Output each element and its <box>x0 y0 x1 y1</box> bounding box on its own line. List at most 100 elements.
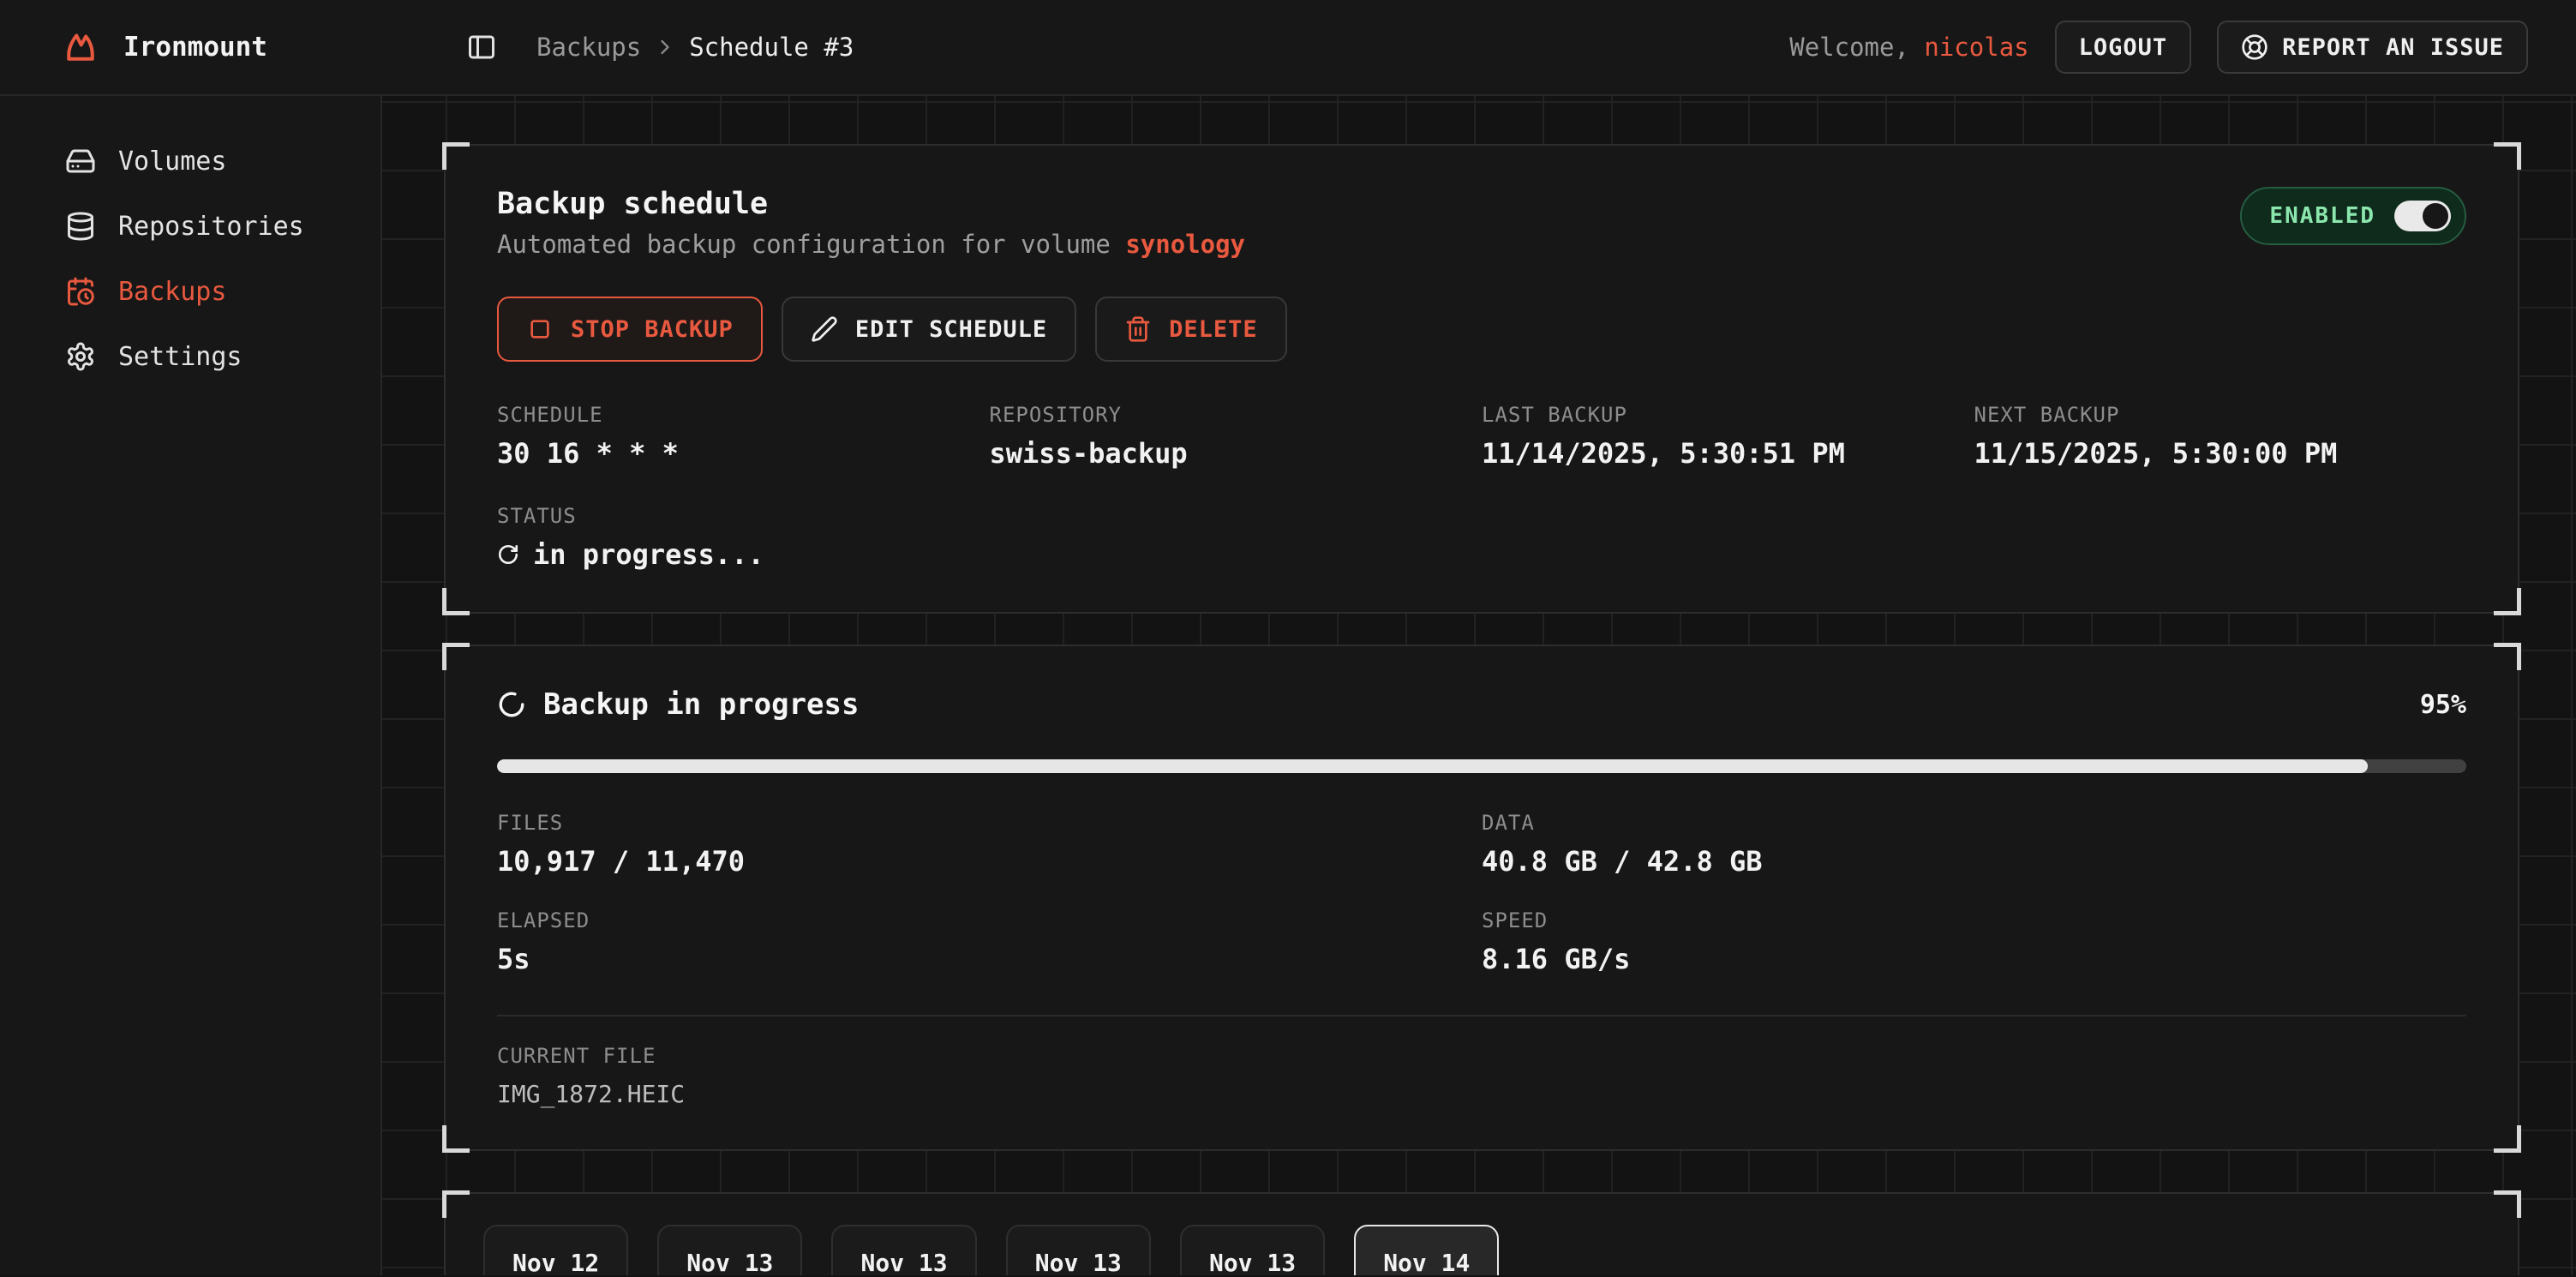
toggle-knob <box>2423 203 2448 229</box>
snapshot-chip-selected[interactable]: Nov 14 05:30 PM 92.2 GB <box>1354 1225 1499 1275</box>
corner-bracket <box>442 142 470 170</box>
stop-icon <box>526 315 554 343</box>
field-next-backup: NEXT BACKUP 11/15/2025, 5:30:00 PM <box>1974 403 2467 470</box>
snapshot-date: Nov 13 <box>676 1249 783 1275</box>
current-file-label: CURRENT FILE <box>497 1044 2466 1068</box>
corner-bracket <box>2494 1125 2521 1153</box>
enabled-label: ENABLED <box>2269 203 2375 229</box>
stat-label: ELAPSED <box>497 908 1482 932</box>
welcome-text: Welcome, nicolas <box>1789 33 2028 62</box>
sidebar-item-settings[interactable]: Settings <box>43 329 360 384</box>
corner-bracket <box>2494 1190 2521 1218</box>
card-title: Backup schedule <box>497 187 1245 221</box>
sidebar-item-volumes[interactable]: Volumes <box>43 134 360 189</box>
stat-value: 5s <box>497 943 1482 975</box>
report-issue-button[interactable]: REPORT AN ISSUE <box>2217 21 2528 74</box>
corner-bracket <box>2494 588 2521 615</box>
sidebar-item-backups[interactable]: Backups <box>43 264 360 319</box>
pencil-icon <box>811 315 838 343</box>
enabled-toggle[interactable]: ENABLED <box>2240 187 2466 245</box>
hard-drive-icon <box>65 146 96 177</box>
snapshot-date: Nov 13 <box>1025 1249 1132 1275</box>
status-text: in progress... <box>533 538 764 571</box>
snapshot-chip[interactable]: Nov 13 06:05 PM 92.2 GB <box>1006 1225 1151 1275</box>
trash-icon <box>1124 315 1152 343</box>
stat-value: 40.8 GB / 42.8 GB <box>1482 845 2466 878</box>
stat-value: 10,917 / 11,470 <box>497 845 1482 878</box>
snapshot-chip[interactable]: Nov 13 05:30 PM 92.2 GB <box>657 1225 802 1275</box>
delete-button[interactable]: DELETE <box>1095 297 1287 362</box>
progress-percent: 95% <box>2420 690 2466 720</box>
brand: Ironmount <box>0 28 382 66</box>
stat-elapsed: ELAPSED 5s <box>497 908 1482 975</box>
corner-bracket <box>442 588 470 615</box>
corner-bracket <box>2494 142 2521 170</box>
progress-title: Backup in progress <box>543 687 859 722</box>
breadcrumb-current: Schedule #3 <box>689 33 854 62</box>
snapshot-timeline-card: Nov 12 05:30 PM 92.2 GB Nov 13 05:30 PM … <box>444 1192 2519 1275</box>
sidebar-item-label: Volumes <box>118 147 226 177</box>
snapshot-chip[interactable]: Nov 13 08:52 PM 92.2 GB <box>1180 1225 1325 1275</box>
stop-backup-button[interactable]: STOP BACKUP <box>497 297 763 362</box>
stat-label: DATA <box>1482 811 2466 835</box>
sidebar: Volumes Repositories Backups <box>0 96 382 1275</box>
edit-schedule-button[interactable]: EDIT SCHEDULE <box>782 297 1076 362</box>
field-label: REPOSITORY <box>990 403 1483 427</box>
snapshot-date: Nov 13 <box>1199 1249 1306 1275</box>
snapshot-chip[interactable]: Nov 12 05:30 PM 92.2 GB <box>483 1225 628 1275</box>
stat-speed: SPEED 8.16 GB/s <box>1482 908 2466 975</box>
snapshot-chip[interactable]: Nov 13 06:04 PM 92.2 GB <box>831 1225 976 1275</box>
corner-bracket <box>442 643 470 670</box>
stop-backup-label: STOP BACKUP <box>571 316 734 343</box>
field-repository: REPOSITORY swiss-backup <box>990 403 1483 470</box>
progress-bar <box>497 759 2466 773</box>
toggle-switch[interactable] <box>2394 201 2451 231</box>
logout-label: LOGOUT <box>2079 34 2168 61</box>
username: nicolas <box>1924 33 2028 62</box>
backup-progress-card: Backup in progress 95% FILES 10,917 / 11… <box>444 644 2519 1151</box>
field-value: 11/14/2025, 5:30:51 PM <box>1482 437 1974 470</box>
sidebar-item-label: Repositories <box>118 212 304 242</box>
stat-data: DATA 40.8 GB / 42.8 GB <box>1482 811 2466 878</box>
stat-label: FILES <box>497 811 1482 835</box>
lifebuoy-icon <box>2241 33 2268 61</box>
field-value: 11/15/2025, 5:30:00 PM <box>1974 437 2467 470</box>
loader-spinner-icon <box>497 690 526 719</box>
field-label: NEXT BACKUP <box>1974 403 2467 427</box>
stat-value: 8.16 GB/s <box>1482 943 2466 975</box>
edit-schedule-label: EDIT SCHEDULE <box>855 316 1047 343</box>
gear-icon <box>65 341 96 372</box>
panel-left-icon[interactable] <box>466 32 497 63</box>
sidebar-item-label: Backups <box>118 277 226 307</box>
field-last-backup: LAST BACKUP 11/14/2025, 5:30:51 PM <box>1482 403 1974 470</box>
sidebar-item-repositories[interactable]: Repositories <box>43 199 360 254</box>
logout-button[interactable]: LOGOUT <box>2055 21 2192 74</box>
rotate-cw-icon <box>497 543 519 566</box>
chevron-right-icon <box>653 35 677 59</box>
backup-schedule-card: Backup schedule Automated backup configu… <box>444 144 2519 614</box>
snapshot-date: Nov 12 <box>502 1249 609 1275</box>
corner-bracket <box>2494 643 2521 670</box>
breadcrumb-section[interactable]: Backups <box>536 33 641 62</box>
field-schedule: SCHEDULE 30 16 * * * <box>497 403 990 470</box>
stat-label: SPEED <box>1482 908 2466 932</box>
current-file: CURRENT FILE IMG_1872.HEIC <box>497 1044 2466 1108</box>
current-file-value: IMG_1872.HEIC <box>497 1080 2466 1108</box>
topbar: Ironmount Backups Schedule #3 Welcome, n… <box>0 0 2576 96</box>
main-content: Backup schedule Automated backup configu… <box>382 96 2576 1275</box>
field-value: 30 16 * * * <box>497 437 990 470</box>
snapshot-date: Nov 14 <box>1373 1249 1480 1275</box>
breadcrumb: Backups Schedule #3 <box>536 33 854 62</box>
corner-bracket <box>442 1125 470 1153</box>
sidebar-item-label: Settings <box>118 342 243 372</box>
card-subtitle: Automated backup configuration for volum… <box>497 230 1245 259</box>
field-label: STATUS <box>497 504 2466 528</box>
field-status: STATUS in progress... <box>497 504 2466 571</box>
mountain-logo-icon <box>62 28 99 66</box>
report-issue-label: REPORT AN ISSUE <box>2282 34 2504 61</box>
progress-fill <box>497 759 2368 773</box>
field-value: swiss-backup <box>990 437 1483 470</box>
calendar-clock-icon <box>65 276 96 307</box>
database-icon <box>65 211 96 242</box>
divider <box>497 1015 2466 1016</box>
